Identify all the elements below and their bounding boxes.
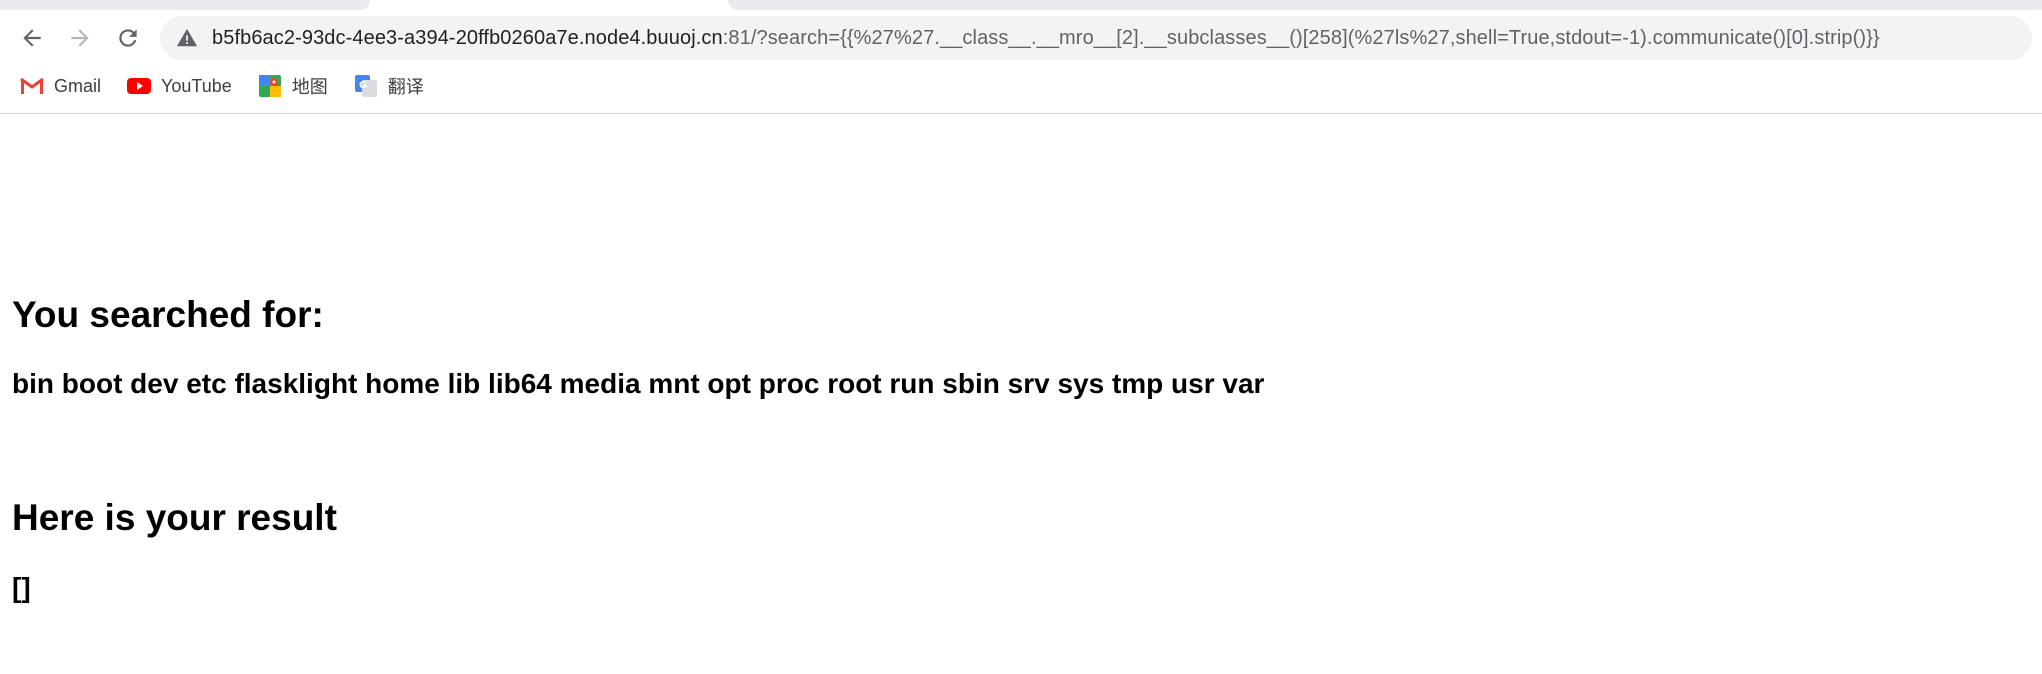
inactive-tab-left[interactable]	[0, 0, 370, 10]
bookmark-label: YouTube	[161, 75, 232, 96]
bookmark-label: 地图	[291, 77, 328, 97]
back-arrow-icon	[23, 29, 41, 47]
bookmark-maps[interactable]: 地图	[258, 73, 328, 99]
gmail-icon	[20, 76, 44, 96]
url-path: :81/?search={{%27%27.__class__.__mro__[2…	[722, 26, 1880, 49]
bookmarks-bar: Gmail YouTube 地图 G 翻译	[0, 68, 430, 104]
searched-heading: You searched for:	[12, 294, 324, 335]
searched-value: bin boot dev etc flasklight home lib lib…	[12, 368, 1265, 399]
result-value: []	[12, 572, 31, 603]
browser-chrome: b5fb6ac2-93dc-4ee3-a394-20ffb0260a7e.nod…	[0, 0, 2042, 114]
result-heading: Here is your result	[12, 497, 337, 538]
url-host: b5fb6ac2-93dc-4ee3-a394-20ffb0260a7e.nod…	[212, 26, 723, 49]
youtube-icon	[127, 76, 152, 96]
url-text[interactable]: b5fb6ac2-93dc-4ee3-a394-20ffb0260a7e.nod…	[212, 27, 1880, 50]
reload-icon	[119, 29, 137, 47]
svg-text:G: G	[359, 80, 367, 91]
bookmark-label: 翻译	[387, 77, 424, 97]
inactive-tab-right[interactable]	[728, 0, 2042, 10]
tab-strip	[0, 0, 2042, 10]
bookmark-youtube[interactable]: YouTube	[127, 76, 232, 97]
bookmark-gmail[interactable]: Gmail	[20, 76, 101, 97]
back-button[interactable]	[14, 20, 50, 56]
address-bar[interactable]: b5fb6ac2-93dc-4ee3-a394-20ffb0260a7e.nod…	[160, 16, 2032, 60]
maps-icon	[258, 75, 282, 97]
translate-icon: G	[354, 75, 378, 97]
forward-button[interactable]	[62, 20, 98, 56]
bookmark-label: Gmail	[54, 75, 102, 96]
forward-arrow-icon	[71, 29, 89, 47]
warning-triangle-icon[interactable]	[176, 27, 198, 49]
reload-button[interactable]	[110, 20, 146, 56]
bookmark-translate[interactable]: G 翻译	[354, 73, 424, 99]
